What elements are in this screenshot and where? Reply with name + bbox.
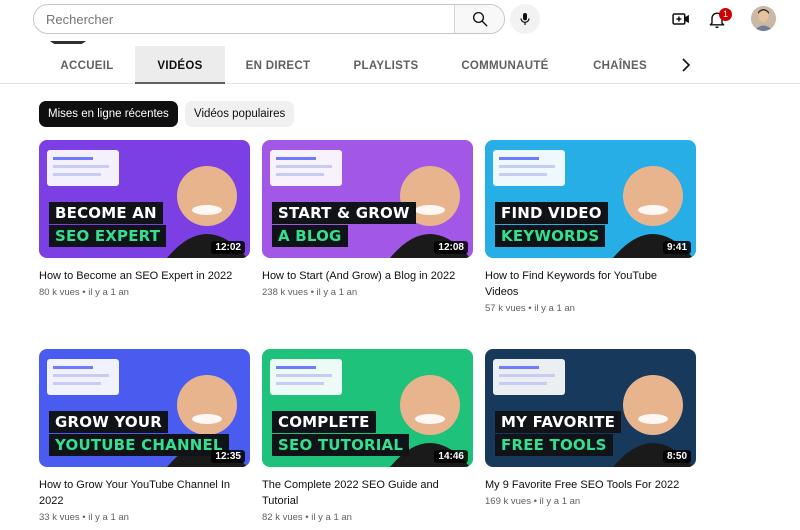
- search-button[interactable]: [454, 5, 504, 33]
- avatar-image: [751, 6, 776, 31]
- thumbnail-caption-line1: START & GROW: [272, 202, 416, 224]
- chip-popular-videos[interactable]: Vidéos populaires: [185, 101, 295, 127]
- channel-avatar[interactable]: [48, 36, 88, 44]
- search-icon: [472, 11, 487, 27]
- voice-search-button[interactable]: [510, 4, 540, 34]
- video-card[interactable]: MY FAVORITE FREE TOOLS 8:50 My 9 Favorit…: [485, 349, 696, 507]
- video-duration: 12:02: [211, 241, 245, 254]
- tab-videos[interactable]: VIDÉOS: [135, 46, 225, 84]
- video-meta: 80 k vues • il y a 1 an: [39, 287, 129, 298]
- microphone-icon: [520, 13, 530, 25]
- search-box: [33, 4, 505, 34]
- tab-accueil[interactable]: ACCUEIL: [47, 46, 127, 84]
- thumbnail-caption-line2: A BLOG: [272, 225, 348, 247]
- thumbnail-caption-line2: FREE TOOLS: [495, 434, 613, 456]
- tab-communaute[interactable]: COMMUNAUTÉ: [453, 46, 557, 84]
- account-avatar[interactable]: [751, 6, 776, 31]
- video-title[interactable]: How to Start (And Grow) a Blog in 2022: [262, 268, 467, 284]
- thumbnail-caption-line2: KEYWORDS: [495, 225, 606, 247]
- tab-en-direct[interactable]: EN DIRECT: [236, 46, 320, 84]
- video-card[interactable]: FIND VIDEO KEYWORDS 9:41 How to Find Key…: [485, 140, 696, 314]
- video-thumbnail[interactable]: MY FAVORITE FREE TOOLS 8:50: [485, 349, 696, 467]
- chevron-right-icon: [682, 58, 691, 72]
- video-duration: 12:35: [211, 450, 245, 463]
- thumbnail-caption-line1: BECOME AN: [49, 202, 163, 224]
- video-meta: 238 k vues • il y a 1 an: [262, 287, 358, 298]
- video-duration: 12:08: [434, 241, 468, 254]
- video-plus-icon: [672, 13, 689, 25]
- video-card[interactable]: GROW YOUR YOUTUBE CHANNEL 12:35 How to G…: [39, 349, 250, 523]
- thumbnail-caption-line1: GROW YOUR: [49, 411, 168, 433]
- video-card[interactable]: COMPLETE SEO TUTORIAL 14:46 The Complete…: [262, 349, 473, 523]
- chip-recent-uploads[interactable]: Mises en ligne récentes: [39, 101, 178, 127]
- thumbnail-caption-line2: SEO TUTORIAL: [272, 434, 410, 456]
- video-title[interactable]: How to Find Keywords for YouTube Videos: [485, 268, 690, 300]
- video-meta: 57 k vues • il y a 1 an: [485, 303, 575, 314]
- video-meta: 169 k vues • il y a 1 an: [485, 496, 581, 507]
- notification-count-badge: 1: [719, 8, 732, 21]
- video-thumbnail[interactable]: FIND VIDEO KEYWORDS 9:41: [485, 140, 696, 258]
- video-meta: 82 k vues • il y a 1 an: [262, 512, 352, 523]
- thumbnail-caption-line2: YOUTUBE CHANNEL: [49, 434, 229, 456]
- search-input[interactable]: [34, 5, 454, 33]
- video-card[interactable]: BECOME AN SEO EXPERT 12:02 How to Become…: [39, 140, 250, 298]
- video-meta: 33 k vues • il y a 1 an: [39, 512, 129, 523]
- video-thumbnail[interactable]: BECOME AN SEO EXPERT 12:02: [39, 140, 250, 258]
- thumbnail-caption-line1: COMPLETE: [272, 411, 376, 433]
- tabs-scroll-right-button[interactable]: [678, 56, 694, 74]
- video-thumbnail[interactable]: START & GROW A BLOG 12:08: [262, 140, 473, 258]
- channel-tabs: ACCUEIL VIDÉOS EN DIRECT PLAYLISTS COMMU…: [0, 46, 800, 84]
- thumbnail-caption-line1: MY FAVORITE: [495, 411, 622, 433]
- create-video-button[interactable]: [670, 8, 692, 30]
- video-duration: 9:41: [662, 241, 691, 254]
- video-duration: 8:50: [662, 450, 691, 463]
- video-title[interactable]: My 9 Favorite Free SEO Tools For 2022: [485, 477, 690, 493]
- video-thumbnail[interactable]: GROW YOUR YOUTUBE CHANNEL 12:35: [39, 349, 250, 467]
- video-thumbnail[interactable]: COMPLETE SEO TUTORIAL 14:46: [262, 349, 473, 467]
- masthead: 1: [0, 0, 800, 44]
- thumbnail-caption-line1: FIND VIDEO: [495, 202, 608, 224]
- video-title[interactable]: The Complete 2022 SEO Guide and Tutorial: [262, 477, 467, 509]
- tab-chaines[interactable]: CHAÎNES: [584, 46, 656, 84]
- thumbnail-caption-line2: SEO EXPERT: [49, 225, 167, 247]
- video-duration: 14:46: [434, 450, 468, 463]
- video-title[interactable]: How to Grow Your YouTube Channel In 2022: [39, 477, 244, 509]
- video-title[interactable]: How to Become an SEO Expert in 2022: [39, 268, 244, 284]
- tab-playlists[interactable]: PLAYLISTS: [343, 46, 429, 84]
- video-card[interactable]: START & GROW A BLOG 12:08 How to Start (…: [262, 140, 473, 298]
